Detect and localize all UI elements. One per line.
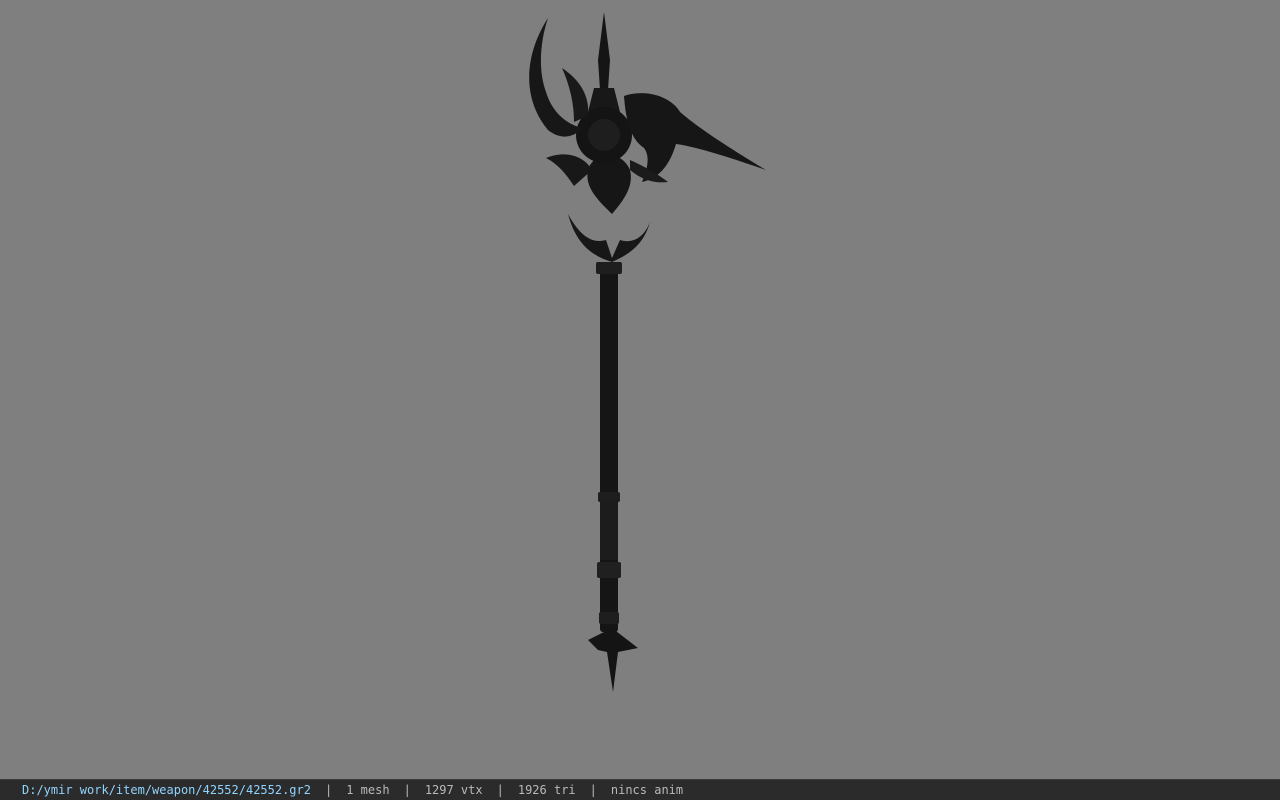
separator: |	[589, 783, 597, 797]
file-path-text: D:/ymir work/item/weapon/42552/42552.gr2	[22, 783, 311, 797]
weapon-model	[529, 12, 766, 692]
left-fin-lower	[546, 154, 592, 186]
separator: |	[496, 783, 504, 797]
butt-spike	[588, 628, 638, 692]
separator: |	[324, 783, 333, 797]
top-spike	[598, 12, 610, 90]
status-bar: D:/ymir work/item/weapon/42552/42552.gr2…	[0, 779, 1280, 800]
shaft-ring-top	[596, 262, 622, 274]
shaft-grip	[600, 500, 618, 560]
mesh-count-text: 1 mesh	[346, 783, 390, 797]
triangle-count-text: 1926 tri	[517, 783, 576, 797]
vertex-count-text: 1297 vtx	[424, 783, 483, 797]
left-fin-upper	[562, 68, 589, 122]
head-core-inner	[588, 119, 620, 151]
crossguard	[568, 214, 650, 262]
animation-status-text: nincs anim	[610, 783, 684, 797]
separator: |	[403, 783, 411, 797]
shaft-ring-low	[597, 562, 621, 578]
3d-viewport[interactable]	[0, 0, 1280, 779]
head-socket	[587, 155, 631, 214]
shaft-ring-bottom	[599, 612, 619, 624]
